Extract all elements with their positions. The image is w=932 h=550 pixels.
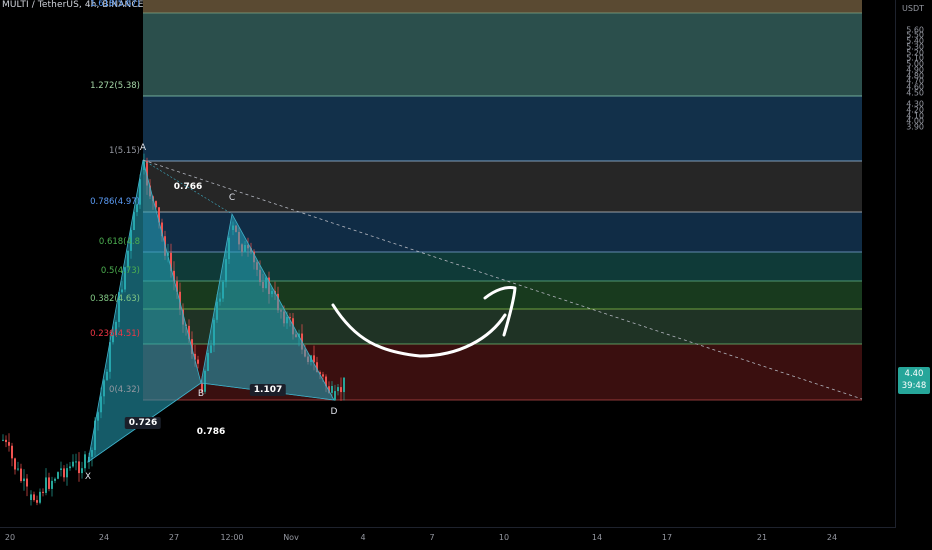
candle-body bbox=[45, 477, 47, 493]
fib-band-extension bbox=[143, 0, 862, 13]
candle-body bbox=[63, 468, 65, 478]
candle-body bbox=[20, 468, 22, 482]
ratio-xab: 0.726 bbox=[124, 417, 162, 429]
candle-body bbox=[5, 439, 7, 443]
time-tick-label: 21 bbox=[756, 533, 768, 542]
fib-band bbox=[143, 96, 862, 161]
fib-label: 0(4.32) bbox=[109, 385, 140, 395]
current-price-tag: 4.40 39:48 bbox=[898, 367, 930, 394]
time-tick-label: 10 bbox=[498, 533, 510, 542]
ratio-abc: 0.766 bbox=[173, 182, 203, 192]
bar-countdown: 39:48 bbox=[901, 381, 927, 391]
fib-label: 1(5.15) bbox=[109, 146, 140, 156]
candle-body bbox=[78, 461, 80, 474]
fib-band bbox=[143, 161, 862, 212]
price-tick-label: 4.50 bbox=[906, 88, 924, 98]
candle-body bbox=[343, 377, 345, 393]
point-label-x: X bbox=[84, 472, 92, 482]
time-tick-label: 7 bbox=[429, 533, 435, 542]
candle-body bbox=[2, 439, 4, 441]
fib-label: 0.382(4.63) bbox=[90, 294, 140, 304]
candle-body bbox=[81, 468, 83, 474]
candle-body bbox=[340, 387, 342, 393]
fib-label: 0.5(4.73) bbox=[100, 266, 140, 276]
candle-body bbox=[75, 461, 77, 463]
fib-label: 1.272(5.38) bbox=[90, 81, 140, 91]
time-tick-label: 4 bbox=[360, 533, 366, 542]
candle-body bbox=[51, 480, 53, 489]
candle-body bbox=[8, 442, 10, 446]
candle-body bbox=[26, 478, 28, 487]
point-label-d: D bbox=[330, 407, 338, 417]
time-tick-label: 24 bbox=[826, 533, 838, 542]
fib-label: 0.236(4.51) bbox=[90, 329, 140, 339]
candle-body bbox=[54, 478, 56, 481]
currency-label: USDT bbox=[902, 4, 924, 13]
fib-label: 0.618(4.8 bbox=[98, 237, 140, 247]
price-tick-label: 3.90 bbox=[906, 122, 924, 132]
candle-body bbox=[33, 494, 35, 501]
point-label-c: C bbox=[228, 193, 236, 203]
candle-body bbox=[14, 458, 16, 470]
time-tick-label: 27 bbox=[168, 533, 180, 542]
time-tick-label: 24 bbox=[98, 533, 110, 542]
candle-body bbox=[42, 491, 44, 493]
time-tick-label: 20 bbox=[4, 533, 16, 542]
candle-body bbox=[331, 386, 333, 393]
candle-body bbox=[66, 468, 68, 478]
candle-body bbox=[60, 468, 62, 470]
current-price: 4.40 bbox=[904, 369, 924, 379]
candle-body bbox=[322, 374, 324, 377]
time-tick-label: 12:00 bbox=[220, 533, 244, 542]
ratio-bcd: 1.107 bbox=[249, 384, 287, 396]
candle-body bbox=[11, 445, 13, 459]
candle-body bbox=[197, 359, 199, 364]
candle-body bbox=[17, 468, 19, 470]
point-label-b: B bbox=[197, 389, 205, 399]
ratio-xad: 0.786 bbox=[196, 427, 226, 437]
candle-body bbox=[23, 478, 25, 482]
candle-body bbox=[334, 391, 336, 400]
fib-label: 1.618(5.67) bbox=[90, 0, 140, 9]
fib-band bbox=[143, 13, 862, 96]
candle-body bbox=[48, 477, 50, 489]
candle-body bbox=[84, 454, 86, 469]
candle-body bbox=[313, 355, 315, 363]
candle-body bbox=[72, 461, 74, 467]
candle-body bbox=[30, 494, 32, 500]
candle-body bbox=[36, 500, 38, 503]
candle-body bbox=[57, 472, 59, 479]
candle-body bbox=[39, 491, 41, 503]
time-tick-label: 17 bbox=[661, 533, 673, 542]
candle-body bbox=[337, 387, 339, 392]
point-label-a: A bbox=[139, 143, 147, 153]
time-tick-label: 14 bbox=[591, 533, 603, 542]
fib-label: 0.786(4.97) bbox=[90, 197, 140, 207]
candle-body bbox=[69, 466, 71, 469]
time-tick-label: Nov bbox=[283, 533, 299, 542]
